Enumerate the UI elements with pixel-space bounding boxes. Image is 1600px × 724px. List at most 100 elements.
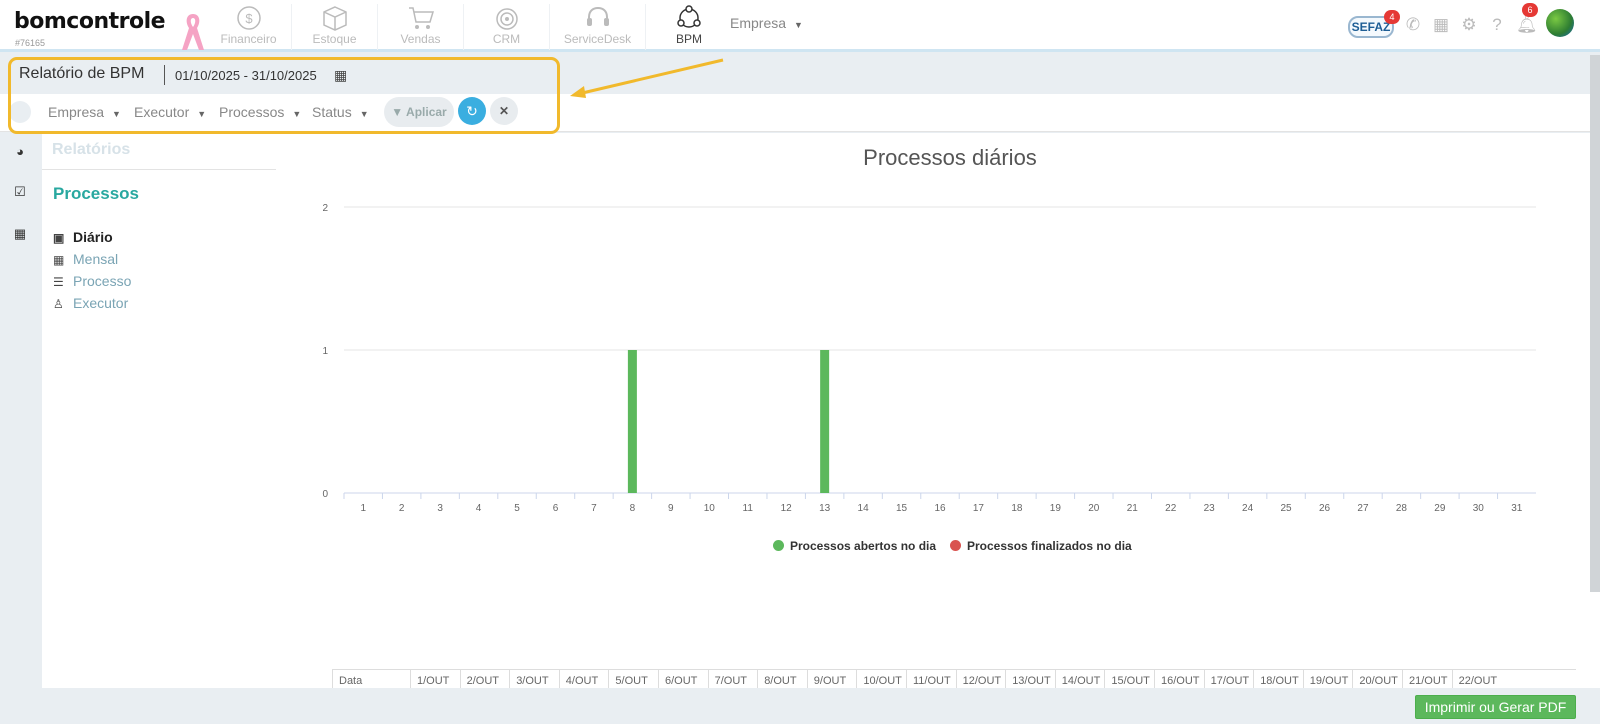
close-icon: ✕ <box>498 104 510 118</box>
top-nav: bomcontrole #76165 $ Financeiro Estoque … <box>0 0 1600 52</box>
table-header-cell: 5/OUT <box>608 670 658 688</box>
calendar-day-icon: ▣ <box>53 231 65 245</box>
gear-icon[interactable]: ⚙ <box>1460 16 1478 34</box>
bell-icon[interactable]: 🔔︎ <box>1516 16 1538 34</box>
filter-icon: ▼ <box>391 105 404 119</box>
sidebar-heading: Processos <box>53 184 139 203</box>
x-tick-label: 26 <box>1319 503 1331 514</box>
x-tick-label: 23 <box>1204 503 1216 514</box>
x-tick-label: 13 <box>819 503 831 514</box>
x-tick-label: 3 <box>437 503 443 514</box>
refresh-button[interactable]: ↻ <box>458 97 486 125</box>
avatar[interactable] <box>1546 9 1574 37</box>
y-tick-label: 2 <box>322 203 328 214</box>
data-table-header: Data 1/OUT 2/OUT 3/OUT 4/OUT 5/OUT 6/OUT 7/OUT 8… <box>332 669 1576 688</box>
process-icon <box>677 5 701 28</box>
divider <box>42 169 276 170</box>
x-tick-label: 24 <box>1242 503 1254 514</box>
clear-button[interactable]: ✕ <box>490 97 518 125</box>
y-tick-label: 0 <box>322 489 328 500</box>
calendar-icon[interactable]: ▦ <box>1432 16 1450 34</box>
whatsapp-icon[interactable]: ✆ <box>1404 16 1422 34</box>
table-header-cell: 14/OUT <box>1054 670 1105 688</box>
legend-dot <box>773 540 784 551</box>
dashboard-icon[interactable]: ◕ <box>12 144 28 160</box>
collapse-toggle[interactable] <box>9 101 31 123</box>
x-tick-label: 16 <box>934 503 946 514</box>
table-header-cell: 3/OUT <box>509 670 559 688</box>
coin-icon: $ <box>236 6 261 30</box>
filter-empresa[interactable]: Empresa ▼ <box>48 104 121 120</box>
print-button[interactable]: Imprimir ou Gerar PDF <box>1415 695 1576 719</box>
x-tick-label: 28 <box>1396 503 1408 514</box>
scrollbar[interactable] <box>1590 55 1600 592</box>
x-tick-label: 19 <box>1050 503 1062 514</box>
y-tick-label: 1 <box>322 346 328 357</box>
filter-executor[interactable]: Executor ▼ <box>134 104 206 120</box>
table-header-cell: 2/OUT <box>459 670 510 688</box>
notification-badge: 6 <box>1522 3 1538 17</box>
sidebar-item-mensal[interactable]: ▦ Mensal <box>53 251 118 267</box>
nav-bpm[interactable]: BPM <box>646 4 732 50</box>
table-header-cell: 12/OUT <box>955 670 1006 688</box>
x-tick-label: 22 <box>1165 503 1177 514</box>
caret-down-icon: ▼ <box>794 20 803 30</box>
nav-estoque[interactable]: Estoque <box>292 4 378 50</box>
sidebar-item-executor[interactable]: ♙ Executor <box>53 295 128 311</box>
nav-servicedesk[interactable]: ServiceDesk <box>550 4 646 50</box>
x-tick-label: 8 <box>630 503 636 514</box>
refresh-icon: ↻ <box>466 103 478 119</box>
legend-item-opened[interactable]: Processos abertos no dia <box>773 539 936 553</box>
x-tick-label: 14 <box>858 503 870 514</box>
report-titlebar: Relatório de BPM 01/10/2025 - 31/10/2025… <box>0 55 1600 94</box>
table-header-cell: 7/OUT <box>707 670 758 688</box>
x-tick-label: 20 <box>1088 503 1100 514</box>
chart-title: Processos diários <box>863 145 1037 170</box>
calendar-icon[interactable]: ▦ <box>12 226 28 242</box>
sidebar-item-processo[interactable]: ☰ Processo <box>53 273 131 289</box>
x-tick-label: 15 <box>896 503 908 514</box>
table-header-cell: 11/OUT <box>906 670 956 688</box>
filter-processos[interactable]: Processos ▼ <box>219 104 301 120</box>
x-tick-label: 1 <box>360 503 366 514</box>
caret-down-icon: ▼ <box>292 109 302 119</box>
box-icon <box>322 6 347 31</box>
x-tick-label: 5 <box>514 503 520 514</box>
help-icon[interactable]: ? <box>1488 16 1506 34</box>
nav-vendas[interactable]: Vendas <box>378 4 464 50</box>
logo[interactable]: bomcontrole <box>14 9 166 34</box>
cart-icon <box>408 7 434 29</box>
nav-crm[interactable]: CRM <box>464 4 550 50</box>
x-tick-label: 21 <box>1127 503 1139 514</box>
legend-dot <box>950 540 961 551</box>
checkbox-icon[interactable]: ☑ <box>12 184 28 200</box>
footer: Imprimir ou Gerar PDF <box>0 688 1600 724</box>
apply-button[interactable]: ▼ Aplicar <box>384 97 454 127</box>
nav-financeiro[interactable]: $ Financeiro <box>206 4 292 50</box>
table-header-data: Data <box>332 670 410 688</box>
empresa-dropdown[interactable]: Empresa ▼ <box>730 15 803 31</box>
table-header-cell: 20/OUT <box>1352 670 1402 688</box>
x-tick-label: 2 <box>399 503 405 514</box>
x-tick-label: 10 <box>704 503 716 514</box>
table-header-cell: 4/OUT <box>558 670 609 688</box>
nav-label: Vendas <box>400 32 441 46</box>
x-tick-label: 29 <box>1434 503 1446 514</box>
bar <box>820 350 830 493</box>
sidebar-section-title: Relatórios <box>52 141 131 158</box>
table-header-cell: 22/OUT <box>1451 670 1502 688</box>
svg-text:$: $ <box>245 11 253 26</box>
calendar-icon[interactable]: ▦ <box>334 67 347 84</box>
caret-down-icon: ▼ <box>197 109 207 119</box>
date-range[interactable]: 01/10/2025 - 31/10/2025 <box>175 68 317 83</box>
table-header-cell: 9/OUT <box>806 670 857 688</box>
x-tick-label: 17 <box>973 503 985 514</box>
legend-item-finished[interactable]: Processos finalizados no dia <box>950 539 1132 553</box>
page-title: Relatório de BPM <box>19 65 145 82</box>
table-header-cell: 15/OUT <box>1104 670 1154 688</box>
sidebar-item-diario[interactable]: ▣ Diário <box>53 229 113 245</box>
table-header-cell: 10/OUT <box>856 670 906 688</box>
x-tick-label: 30 <box>1473 503 1485 514</box>
filter-status[interactable]: Status ▼ <box>312 104 369 120</box>
table-header-cell: 19/OUT <box>1302 670 1353 688</box>
